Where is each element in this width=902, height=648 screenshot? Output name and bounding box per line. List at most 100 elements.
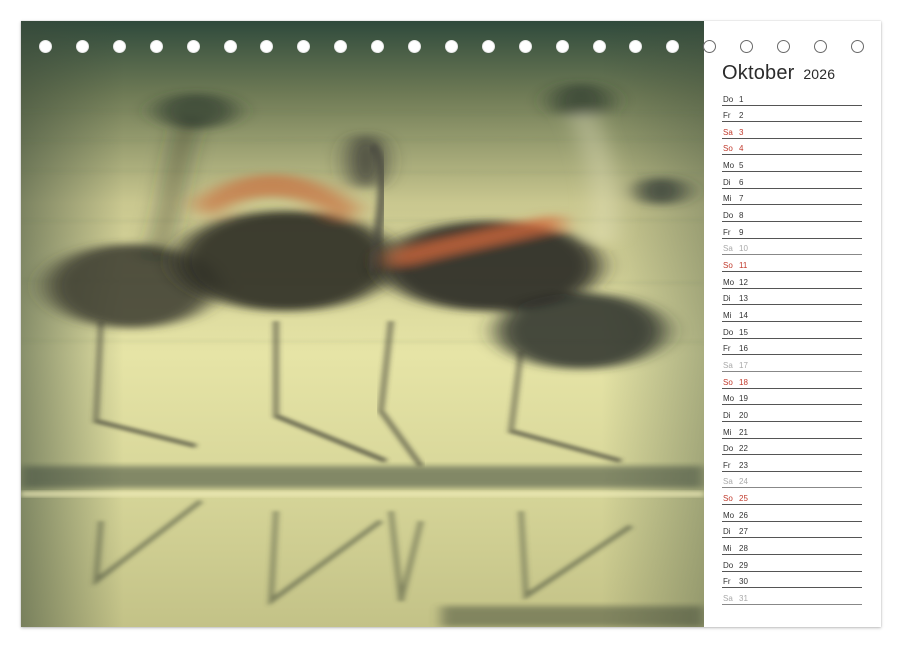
day-number: 31 xyxy=(739,594,748,603)
day-weekday: Fr xyxy=(723,460,731,470)
day-number: 9 xyxy=(739,227,744,237)
day-row: Di 13 xyxy=(722,289,862,306)
day-weekday: Fr xyxy=(723,344,731,354)
binding-hole xyxy=(149,40,163,53)
day-weekday: Mo xyxy=(723,277,735,287)
binding-hole xyxy=(813,40,827,53)
day-row: Mi 21 xyxy=(722,422,862,439)
day-number: 25 xyxy=(739,494,748,504)
day-row: Do 22 xyxy=(722,439,862,456)
binding-hole xyxy=(555,40,569,53)
day-weekday: Mi xyxy=(723,310,732,320)
day-weekday: Mo xyxy=(723,510,735,520)
binding-hole xyxy=(75,40,89,53)
binding-hole xyxy=(297,40,311,53)
day-weekday: Mi xyxy=(723,194,732,204)
day-row: Sa 24 xyxy=(722,472,862,489)
binding-hole xyxy=(850,40,864,53)
binding-hole xyxy=(740,40,754,53)
day-weekday: Mo xyxy=(723,161,735,171)
day-weekday: Mi xyxy=(723,427,732,437)
day-number: 12 xyxy=(739,277,748,287)
day-weekday: Sa xyxy=(723,477,733,487)
spiral-binding xyxy=(0,38,902,58)
day-row: Fr 30 xyxy=(722,572,862,589)
day-row: So 4 xyxy=(722,139,862,156)
month-name: Oktober xyxy=(722,62,795,84)
day-weekday: Do xyxy=(723,327,734,337)
day-weekday: Di xyxy=(723,527,731,537)
day-number: 21 xyxy=(739,427,748,437)
day-number: 3 xyxy=(739,127,744,137)
day-number: 2 xyxy=(739,111,744,121)
binding-hole xyxy=(777,40,790,53)
day-row: Do 15 xyxy=(722,322,862,339)
day-row: So 25 xyxy=(722,489,862,506)
day-number: 15 xyxy=(739,327,748,337)
day-row: Sa 10 xyxy=(722,239,862,256)
day-weekday: Sa xyxy=(723,360,733,370)
day-number: 4 xyxy=(739,144,744,154)
day-number: 7 xyxy=(739,194,744,204)
day-weekday: Fr xyxy=(723,227,731,237)
day-number: 29 xyxy=(739,560,748,570)
month-title: Oktober 2026 xyxy=(722,62,835,85)
binding-hole xyxy=(39,40,52,53)
day-row: Mo 19 xyxy=(722,389,862,406)
day-number: 30 xyxy=(739,577,748,587)
day-row: So 11 xyxy=(722,256,862,272)
day-number: 27 xyxy=(739,527,748,537)
day-row: Mi 14 xyxy=(722,305,862,322)
day-number: 1 xyxy=(739,94,744,104)
day-weekday: So xyxy=(723,494,733,504)
day-row: Fr 23 xyxy=(722,455,862,472)
binding-hole xyxy=(371,40,385,53)
day-row: Sa 31 xyxy=(722,589,862,605)
day-row: Sa 17 xyxy=(722,355,862,372)
month-year: 2026 xyxy=(803,66,836,82)
binding-hole xyxy=(629,40,643,53)
day-row: Fr 2 xyxy=(722,106,862,123)
day-number: 10 xyxy=(739,244,748,254)
binding-hole xyxy=(592,40,606,53)
day-number: 16 xyxy=(739,344,748,354)
day-weekday: Di xyxy=(723,294,731,304)
day-row: Fr 16 xyxy=(722,339,862,356)
day-number: 20 xyxy=(739,410,748,420)
day-number: 18 xyxy=(739,377,748,387)
binding-hole xyxy=(518,40,532,53)
day-row: Mo 12 xyxy=(722,272,862,289)
flamingo-photo xyxy=(21,21,704,627)
day-number: 23 xyxy=(739,460,748,470)
day-number: 17 xyxy=(739,360,748,370)
day-weekday: Do xyxy=(723,444,734,454)
day-row: Di 27 xyxy=(722,522,862,539)
day-row: Mi 7 xyxy=(722,189,862,206)
day-row: Do 8 xyxy=(722,206,862,223)
day-row: Do 1 xyxy=(722,89,862,106)
binding-hole xyxy=(112,40,126,53)
day-number: 6 xyxy=(739,177,744,187)
day-weekday: Do xyxy=(723,211,734,221)
day-weekday: Di xyxy=(723,410,731,420)
binding-hole xyxy=(223,40,237,53)
day-number: 22 xyxy=(739,444,748,454)
day-weekday: Fr xyxy=(723,111,731,121)
day-number: 8 xyxy=(739,211,744,221)
day-weekday: Fr xyxy=(723,577,731,587)
day-row: Do 29 xyxy=(722,555,862,572)
day-row: Mi 28 xyxy=(722,539,862,556)
binding-hole xyxy=(186,40,200,53)
day-weekday: So xyxy=(723,144,733,154)
day-number: 24 xyxy=(739,477,748,487)
day-weekday: Di xyxy=(723,177,731,187)
day-weekday: Mi xyxy=(723,544,732,554)
day-row: Di 20 xyxy=(722,405,862,422)
day-weekday: Sa xyxy=(723,127,733,137)
day-number: 13 xyxy=(739,294,748,304)
day-number: 26 xyxy=(739,510,748,520)
binding-hole xyxy=(334,40,348,53)
day-weekday: Sa xyxy=(723,244,733,254)
binding-hole xyxy=(444,40,458,53)
day-number: 11 xyxy=(739,261,748,270)
